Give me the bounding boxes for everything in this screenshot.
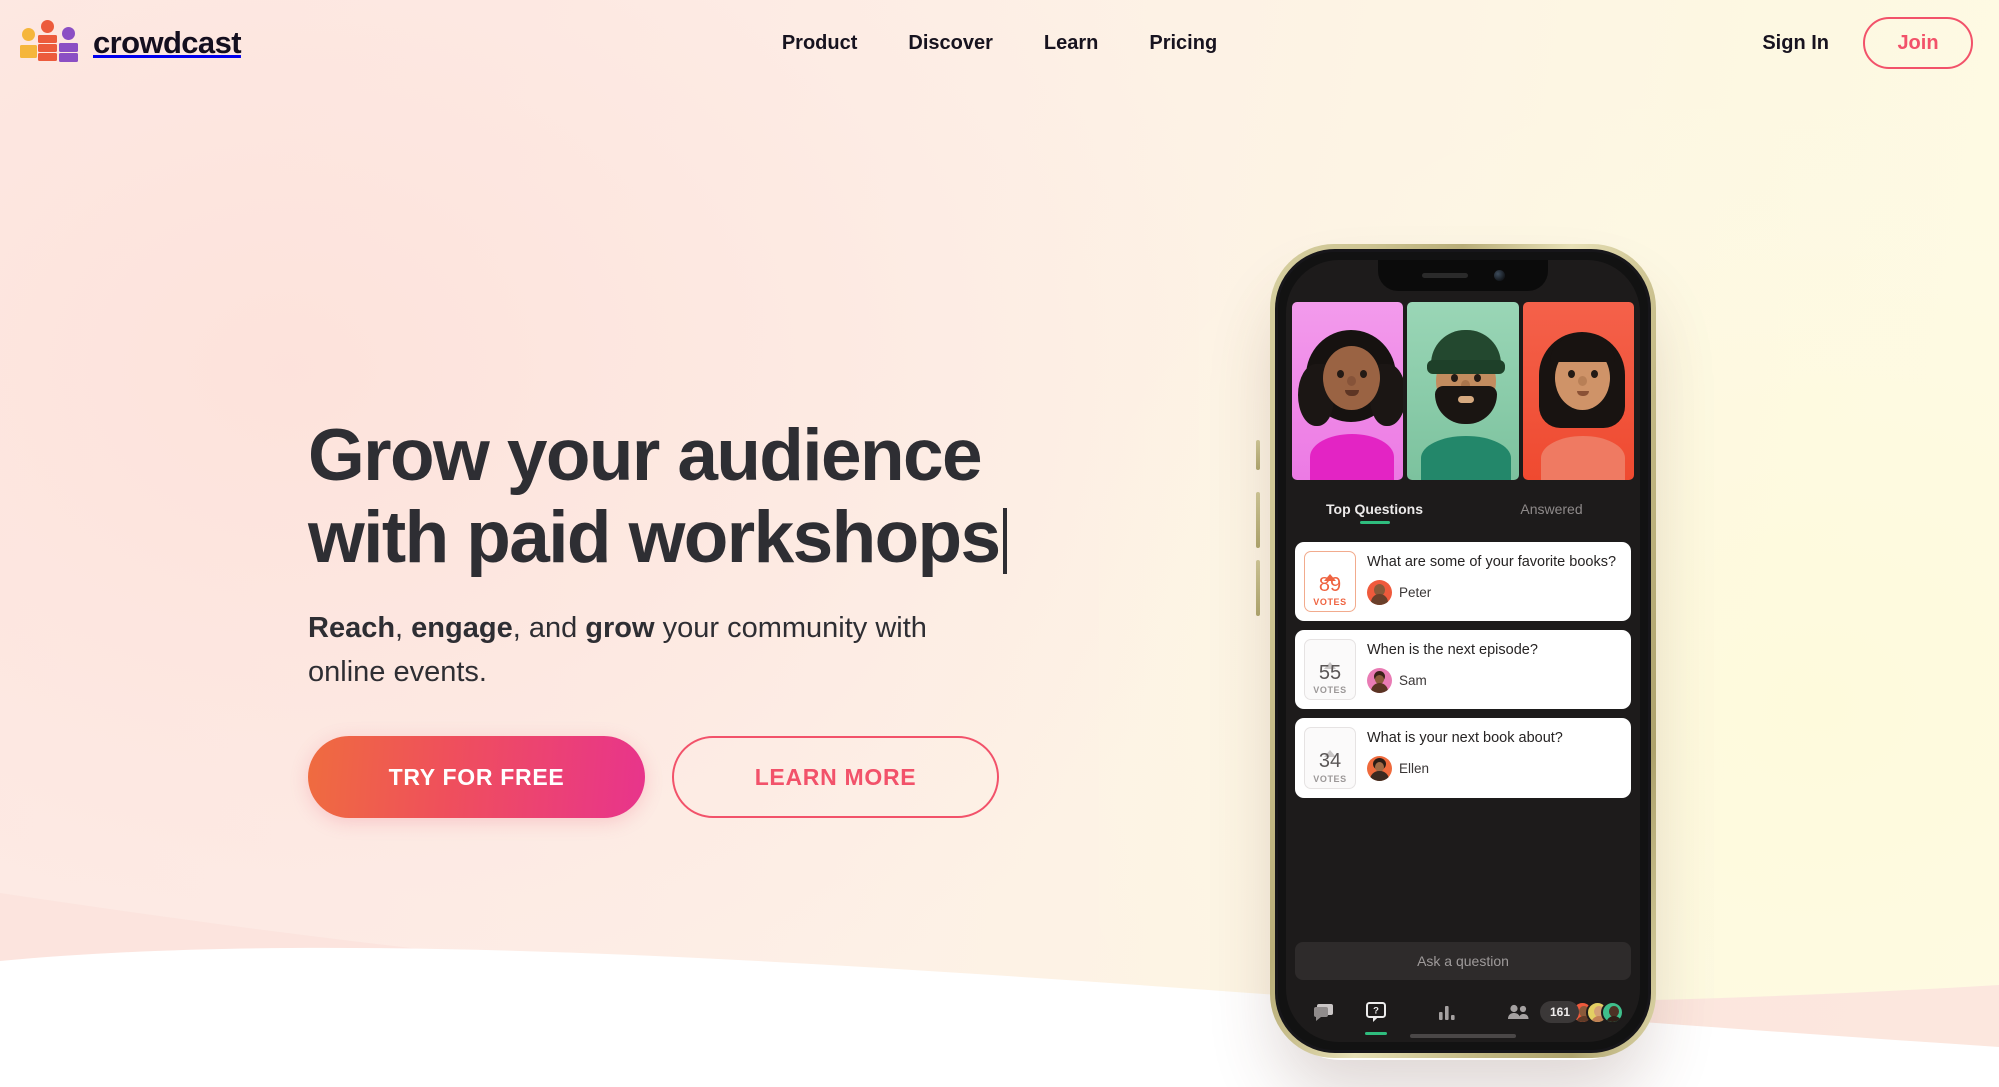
vote-count: 34 bbox=[1318, 750, 1342, 773]
nav-link-discover[interactable]: Discover bbox=[908, 32, 993, 55]
avatar-tile-1[interactable] bbox=[1292, 302, 1404, 480]
question-card[interactable]: 55 VOTES When is the next episode? Sam bbox=[1295, 630, 1631, 710]
hero-section: Grow your audience with paid workshops R… bbox=[308, 415, 1228, 819]
background-wave-white bbox=[0, 947, 1999, 1087]
try-for-free-button[interactable]: TRY FOR FREE bbox=[308, 736, 645, 819]
chat-icon bbox=[1313, 1003, 1333, 1021]
phone-screen: Top Questions Answered 89 VOTES What are… bbox=[1286, 260, 1640, 1042]
subhead-bold-engage: engage bbox=[411, 611, 513, 644]
headline-line-2: with paid workshops bbox=[308, 497, 1001, 579]
question-body: What are some of your favorite books? Pe… bbox=[1367, 551, 1620, 605]
upvote-button[interactable]: 34 VOTES bbox=[1304, 727, 1356, 789]
crowdcast-bars-logo-icon bbox=[20, 20, 80, 64]
tab-top-questions[interactable]: Top Questions bbox=[1286, 501, 1463, 524]
phone-mockup: Top Questions Answered 89 VOTES What are… bbox=[1256, 240, 1662, 1060]
vote-label: VOTES bbox=[1313, 597, 1347, 608]
phone-tab-bar: ? 161 bbox=[1286, 982, 1640, 1042]
ask-a-question-input[interactable]: Ask a question bbox=[1295, 942, 1631, 980]
subhead-bold-grow: grow bbox=[585, 611, 655, 644]
question-card[interactable]: 34 VOTES What is your next book about? E… bbox=[1295, 718, 1631, 798]
author-name: Ellen bbox=[1399, 761, 1430, 777]
question-text: When is the next episode? bbox=[1367, 642, 1538, 659]
author-name: Sam bbox=[1399, 673, 1427, 689]
earpiece-speaker-icon bbox=[1421, 273, 1468, 278]
author-avatar bbox=[1367, 756, 1392, 782]
viewer-avatar bbox=[1601, 1000, 1624, 1024]
svg-text:?: ? bbox=[1374, 1005, 1380, 1016]
subhead-sep-2: , and bbox=[512, 611, 586, 644]
avatar-tile-2[interactable] bbox=[1407, 302, 1519, 480]
nav-link-product[interactable]: Product bbox=[782, 32, 858, 55]
avatar-tile-3[interactable] bbox=[1522, 302, 1634, 480]
tab-answered-label: Answered bbox=[1520, 501, 1583, 517]
viewer-count-stack[interactable]: 161 bbox=[1539, 1000, 1624, 1024]
tab-active-indicator bbox=[1359, 521, 1390, 524]
question-author: Sam bbox=[1367, 668, 1620, 694]
author-name: Peter bbox=[1399, 584, 1432, 600]
phone-body: Top Questions Answered 89 VOTES What are… bbox=[1275, 249, 1651, 1053]
join-button[interactable]: Join bbox=[1863, 17, 1973, 69]
phone-silent-switch bbox=[1256, 440, 1260, 470]
question-author: Ellen bbox=[1367, 756, 1620, 782]
vote-count: 89 bbox=[1318, 574, 1342, 596]
hero-cta-row: TRY FOR FREE LEARN MORE bbox=[308, 736, 1228, 819]
brand-name: crowdcast bbox=[93, 25, 242, 60]
front-camera-icon bbox=[1493, 270, 1505, 281]
question-body: When is the next episode? Sam bbox=[1367, 639, 1620, 694]
subhead-sep-1: , bbox=[395, 611, 412, 644]
hero-subheading: Reach, engage, and grow your community w… bbox=[308, 606, 928, 694]
chat-tab[interactable] bbox=[1302, 1003, 1345, 1022]
tab-answered[interactable]: Answered bbox=[1463, 501, 1640, 517]
brand-logo-link[interactable]: crowdcast bbox=[20, 20, 242, 64]
nav-link-learn[interactable]: Learn bbox=[1044, 32, 1098, 55]
question-list: 89 VOTES What are some of your favorite … bbox=[1295, 542, 1631, 807]
tab-top-questions-label: Top Questions bbox=[1326, 501, 1423, 517]
qa-tab[interactable]: ? bbox=[1355, 1001, 1398, 1035]
question-text: What is your next book about? bbox=[1367, 730, 1563, 747]
home-indicator bbox=[1410, 1034, 1516, 1038]
sign-in-link[interactable]: Sign In bbox=[1762, 32, 1829, 55]
upvote-button[interactable]: 89 VOTES bbox=[1304, 551, 1356, 613]
qa-tab-bar: Top Questions Answered bbox=[1286, 488, 1640, 530]
vote-count: 55 bbox=[1318, 662, 1342, 685]
learn-more-button[interactable]: LEARN MORE bbox=[672, 736, 999, 819]
upvote-button[interactable]: 55 VOTES bbox=[1304, 639, 1356, 701]
people-icon bbox=[1507, 1004, 1529, 1019]
site-header: crowdcast Product Discover Learn Pricing… bbox=[0, 0, 1999, 86]
tab-active-indicator bbox=[1365, 1031, 1388, 1035]
question-text: What are some of your favorite books? bbox=[1367, 554, 1617, 570]
people-tab[interactable] bbox=[1497, 1004, 1540, 1020]
primary-navigation: Product Discover Learn Pricing bbox=[782, 32, 1217, 55]
poll-bar-chart-icon bbox=[1439, 1006, 1456, 1020]
nav-link-pricing[interactable]: Pricing bbox=[1149, 32, 1217, 55]
question-author: Peter bbox=[1367, 579, 1620, 605]
headline-line-1: Grow your audience bbox=[308, 415, 983, 496]
qa-question-icon: ? bbox=[1366, 1001, 1387, 1022]
viewer-count: 161 bbox=[1539, 1001, 1579, 1023]
vote-label: VOTES bbox=[1313, 773, 1347, 784]
typing-caret bbox=[1002, 508, 1007, 575]
video-tile-grid bbox=[1292, 302, 1634, 480]
phone-notch bbox=[1378, 260, 1548, 291]
vote-label: VOTES bbox=[1313, 685, 1347, 696]
phone-volume-up-button bbox=[1256, 492, 1260, 548]
subhead-bold-reach: Reach bbox=[308, 611, 396, 644]
question-body: What is your next book about? Ellen bbox=[1367, 727, 1620, 782]
page-title: Grow your audience with paid workshops bbox=[308, 415, 1228, 580]
author-avatar bbox=[1367, 668, 1392, 694]
polls-tab[interactable] bbox=[1426, 1003, 1469, 1021]
author-avatar bbox=[1367, 579, 1392, 605]
header-actions: Sign In Join bbox=[1762, 17, 1973, 69]
phone-volume-down-button bbox=[1256, 560, 1260, 616]
question-card[interactable]: 89 VOTES What are some of your favorite … bbox=[1295, 542, 1631, 622]
